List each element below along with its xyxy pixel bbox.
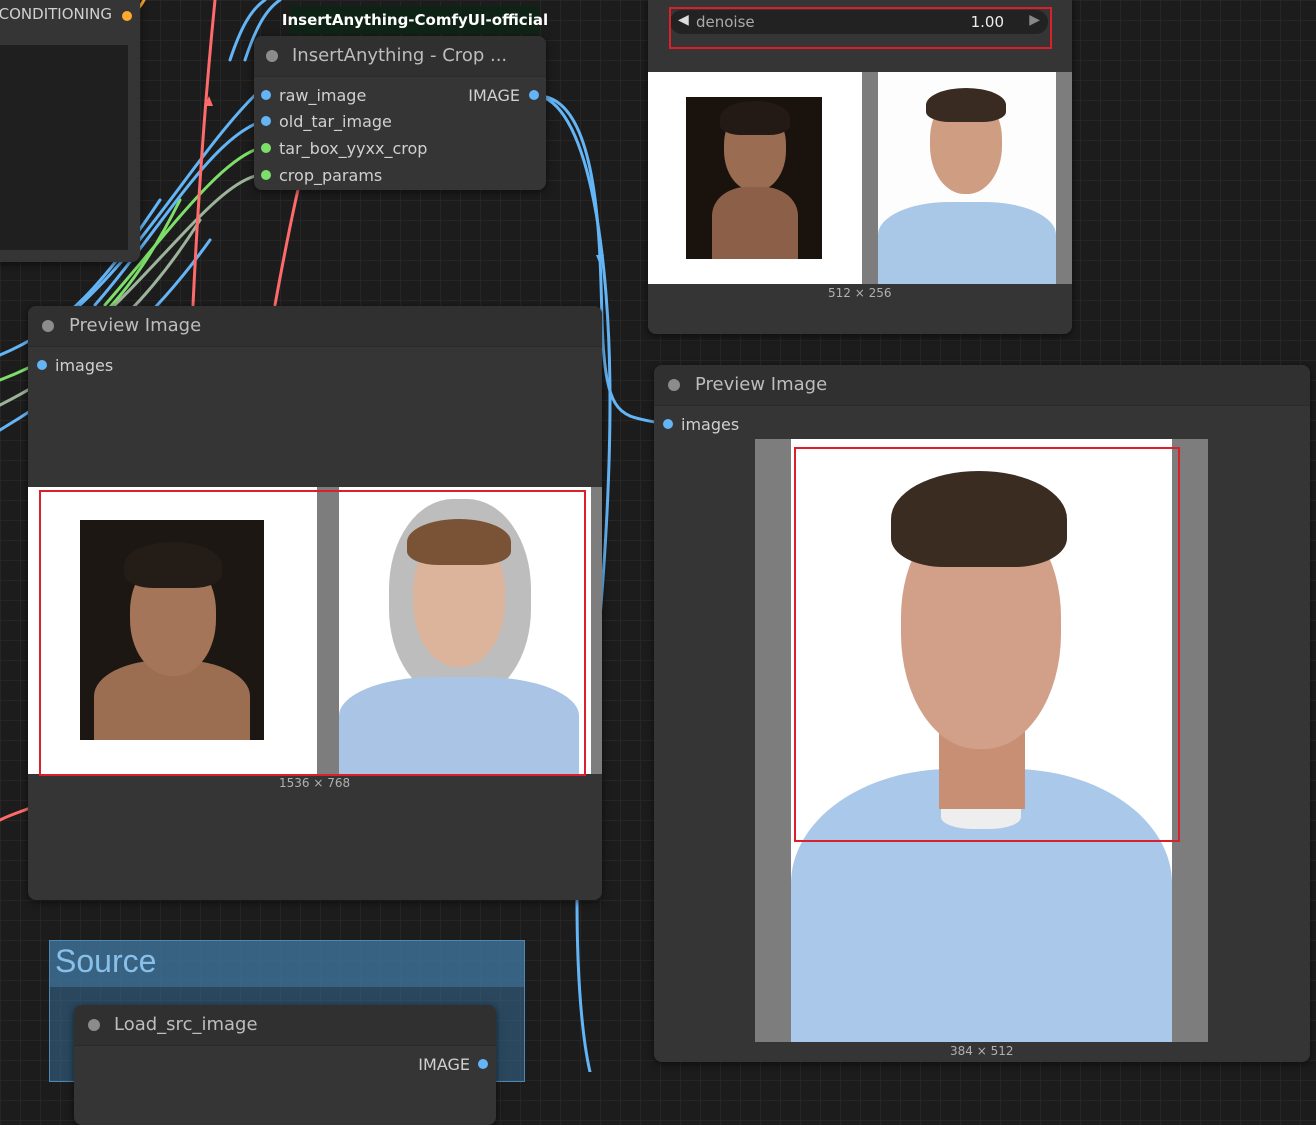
preview-right-input-label: images (681, 415, 740, 434)
left-preview-highlight-box (39, 490, 586, 776)
denoise-highlight-box (669, 7, 1052, 49)
group-label-insertanything: InsertAnything-ComfyUI-official (282, 6, 548, 34)
source-group-header[interactable]: Source (50, 941, 524, 987)
conditioning-node[interactable]: CONDITIONING (0, 0, 140, 262)
input-dot-old-tar-image[interactable] (261, 116, 271, 126)
preview-right-collapse-dot[interactable] (668, 379, 680, 391)
conditioning-output-dot[interactable] (122, 11, 132, 21)
reference-hair-shape (720, 101, 790, 135)
output-dot-image[interactable] (529, 90, 539, 100)
result-portrait-panel (878, 72, 1056, 284)
result-hair-shape (926, 88, 1006, 122)
preview-divider-bar (862, 72, 878, 284)
input-old-tar-image: old_tar_image (279, 112, 392, 131)
load-src-image-node[interactable]: Load_src_image IMAGE (74, 1005, 496, 1125)
reference-portrait-panel (686, 97, 822, 259)
source-group[interactable]: Source Load_src_image IMAGE (49, 940, 525, 1125)
input-dot-crop-params[interactable] (261, 170, 271, 180)
preview-left-input-dot[interactable] (37, 360, 47, 370)
crop-node-collapse-dot[interactable] (266, 50, 278, 62)
preview-right-image-size: 384 × 512 (950, 1044, 1014, 1058)
input-crop-params: crop_params (279, 166, 383, 185)
sampler-image-preview (648, 72, 1072, 284)
preview-right-title: Preview Image (695, 374, 828, 395)
left-right-strip (591, 487, 602, 774)
load-src-image-titlebar[interactable]: Load_src_image (74, 1005, 496, 1046)
load-src-output-label: IMAGE (418, 1055, 470, 1074)
input-tar-box-yyxx-crop: tar_box_yyxx_crop (279, 139, 428, 158)
load-src-image-title: Load_src_image (114, 1014, 258, 1035)
preview-left-image-size: 1536 × 768 (279, 776, 351, 790)
input-dot-raw-image[interactable] (261, 90, 271, 100)
preview-right-titlebar[interactable]: Preview Image (654, 365, 1310, 406)
input-raw-image: raw_image (279, 86, 367, 105)
sampler-image-size: 512 × 256 (828, 286, 892, 300)
reference-neck-shape (712, 187, 798, 259)
output-image-label: IMAGE (468, 86, 520, 105)
crop-node-title: InsertAnything - Crop ... (292, 45, 508, 66)
result-shirt-shape (878, 202, 1056, 284)
preview-left-collapse-dot[interactable] (42, 320, 54, 332)
source-group-label: Source (55, 943, 157, 979)
preview-right-gray-strip (1056, 72, 1072, 284)
conditioning-preview-area (0, 45, 128, 250)
preview-right-input-dot[interactable] (663, 419, 673, 429)
insertanything-crop-node[interactable]: InsertAnything-ComfyUI-official InsertAn… (254, 6, 548, 190)
preview-left-titlebar[interactable]: Preview Image (28, 306, 602, 347)
sampler-node[interactable]: ◀ denoise 1.00 ▶ 512 × 256 (648, 0, 1072, 334)
load-src-output-dot[interactable] (478, 1059, 488, 1069)
crop-node-titlebar[interactable]: InsertAnything - Crop ... (254, 36, 546, 77)
preview-left-input-label: images (55, 356, 114, 375)
conditioning-output-label: CONDITIONING (0, 5, 112, 23)
input-dot-tar-box[interactable] (261, 143, 271, 153)
load-src-collapse-dot[interactable] (88, 1019, 100, 1031)
preview-left-title: Preview Image (69, 315, 202, 336)
right-preview-highlight-box (794, 447, 1180, 842)
